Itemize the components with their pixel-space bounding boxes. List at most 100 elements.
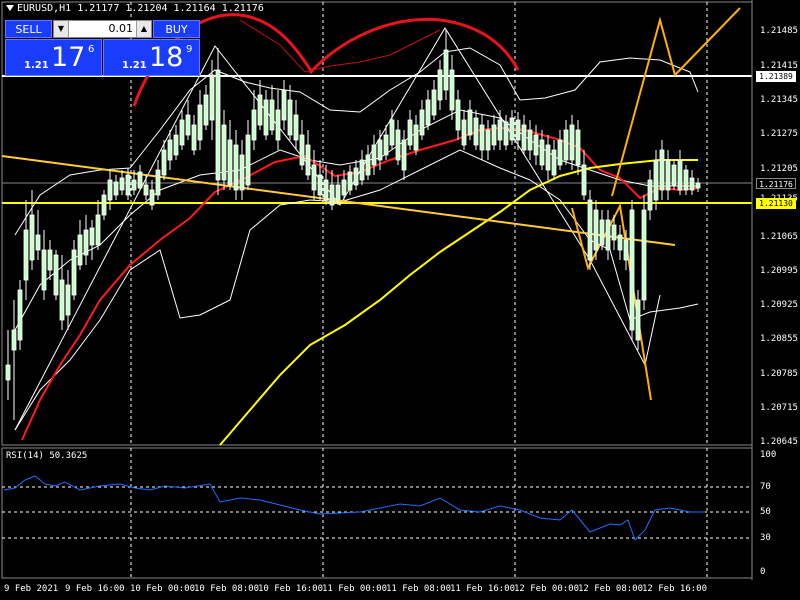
candle-body bbox=[419, 109, 425, 136]
candle-body bbox=[491, 124, 497, 146]
candle-body bbox=[203, 94, 209, 126]
price-tick: 1.21275 bbox=[760, 129, 798, 139]
candle-body bbox=[29, 214, 35, 261]
candle-body bbox=[563, 129, 569, 161]
candle-body bbox=[131, 179, 137, 191]
candle-body bbox=[677, 159, 683, 191]
lot-increase-icon[interactable]: ▲ bbox=[136, 21, 151, 37]
candle-body bbox=[659, 149, 665, 191]
buy-price-prefix: 1.21 bbox=[122, 60, 147, 71]
price-tick: 1.21345 bbox=[760, 95, 798, 105]
candle-body bbox=[545, 144, 551, 171]
lot-decrease-icon[interactable]: ▼ bbox=[54, 21, 69, 37]
candle-body bbox=[443, 49, 449, 91]
sell-button[interactable]: SELL bbox=[5, 20, 52, 38]
time-label: 9 Feb 2021 bbox=[4, 584, 59, 594]
price-tag-current: 1.21176 bbox=[756, 178, 796, 189]
chart-title: EURUSD,H1 1.21177 1.21204 1.21164 1.2117… bbox=[6, 3, 264, 14]
candle-body bbox=[437, 69, 443, 101]
candle-body bbox=[635, 299, 641, 341]
candle-body bbox=[209, 74, 215, 121]
candle-body bbox=[653, 159, 659, 201]
candle-body bbox=[257, 94, 263, 126]
candle-body bbox=[173, 134, 179, 156]
rsi-frame bbox=[1, 447, 753, 579]
candle-body bbox=[215, 69, 221, 181]
buy-price-button[interactable]: 1.21 18 9 bbox=[103, 39, 200, 76]
sell-price-button[interactable]: 1.21 17 6 bbox=[5, 39, 102, 76]
rsi-label: RSI(14) 50.3625 bbox=[6, 451, 88, 461]
rsi-tick: 70 bbox=[760, 482, 771, 492]
candle-body bbox=[137, 171, 143, 189]
sell-price-big: 17 bbox=[51, 42, 86, 73]
candle-body bbox=[431, 89, 437, 116]
price-tick: 1.20855 bbox=[760, 334, 798, 344]
candle-body bbox=[53, 254, 59, 296]
candle-body bbox=[587, 199, 593, 261]
lot-value[interactable]: 0.01 bbox=[109, 22, 134, 35]
candle-body bbox=[521, 124, 527, 151]
price-tick: 1.20995 bbox=[760, 266, 798, 276]
candle-body bbox=[95, 214, 101, 246]
candle-body bbox=[77, 234, 83, 266]
candle-body bbox=[575, 129, 581, 166]
candle-body bbox=[383, 134, 389, 156]
price-tag-upper: 1.21389 bbox=[756, 71, 796, 82]
candle-body bbox=[413, 124, 419, 151]
rsi-line bbox=[3, 475, 705, 541]
candle-body bbox=[479, 124, 485, 151]
time-label: 10 Feb 08:00 bbox=[194, 584, 260, 594]
time-label: 11 Feb 16:00 bbox=[450, 584, 516, 594]
candle-body bbox=[473, 117, 479, 146]
price-tick: 1.21485 bbox=[760, 26, 798, 36]
candle-body bbox=[647, 179, 653, 211]
candle-body bbox=[515, 119, 521, 141]
candle-body bbox=[377, 139, 383, 161]
candle-body bbox=[695, 182, 701, 189]
candle-body bbox=[629, 209, 635, 331]
price-tick: 1.21065 bbox=[760, 232, 798, 242]
candle-body bbox=[569, 124, 575, 161]
candle-body bbox=[293, 114, 299, 141]
candle-body bbox=[299, 134, 305, 166]
candle-body bbox=[263, 99, 269, 136]
time-label: 12 Feb 16:00 bbox=[642, 584, 708, 594]
rsi-tick: 0 bbox=[760, 567, 766, 577]
price-tick: 1.20645 bbox=[760, 437, 798, 447]
candle-body bbox=[581, 164, 587, 196]
price-tick: 1.21415 bbox=[760, 61, 798, 71]
candle-body bbox=[113, 181, 119, 196]
candle-body bbox=[425, 99, 431, 126]
candle-body bbox=[389, 119, 395, 146]
candle-body bbox=[65, 284, 71, 316]
candle-body bbox=[227, 139, 233, 186]
candle-body bbox=[179, 119, 185, 146]
candle-body bbox=[311, 164, 317, 191]
candle-body bbox=[11, 329, 17, 351]
candle-body bbox=[605, 219, 611, 251]
candle-body bbox=[503, 121, 509, 146]
candle-body bbox=[323, 179, 329, 201]
candle-body bbox=[101, 194, 107, 216]
candle-body bbox=[401, 139, 407, 171]
candle-body bbox=[47, 249, 53, 271]
buy-button[interactable]: BUY bbox=[153, 20, 200, 38]
candle-body bbox=[245, 134, 251, 186]
lot-size-field[interactable]: ▼ 0.01 ▲ bbox=[53, 20, 152, 38]
candle-body bbox=[251, 109, 257, 141]
zigzag-white[interactable] bbox=[14, 27, 661, 431]
candle-body bbox=[365, 154, 371, 176]
candle-body bbox=[5, 364, 11, 381]
candle-body bbox=[665, 159, 671, 191]
candle-body bbox=[371, 144, 377, 166]
candle-body bbox=[485, 129, 491, 151]
sell-price-prefix: 1.21 bbox=[24, 60, 49, 71]
chart-canvas[interactable] bbox=[0, 0, 800, 600]
candle-body bbox=[161, 149, 167, 176]
candle-body bbox=[71, 249, 77, 296]
candle-body bbox=[461, 119, 467, 146]
candle-body bbox=[497, 119, 503, 141]
rsi-tick: 30 bbox=[760, 533, 771, 543]
chevron-down-icon bbox=[6, 5, 14, 11]
price-tick: 1.20925 bbox=[760, 300, 798, 310]
